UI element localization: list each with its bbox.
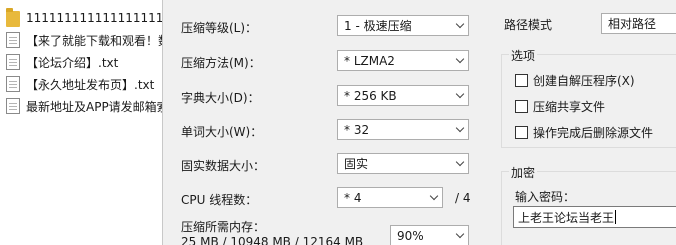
word-size-value: * 32 [344,122,370,137]
encryption-title: 加密 [509,164,538,181]
memory-usage-value: 25 MB / 10948 MB / 12164 MB [181,235,364,245]
cpu-threads-value: * 4 [344,190,362,205]
document-icon [6,32,20,48]
path-mode-value: 相对路径 [608,17,657,31]
word-size-select[interactable]: * 32 [337,119,469,140]
cpu-threads-select[interactable]: * 4 [337,187,443,208]
checkbox-box[interactable] [515,100,528,113]
document-icon [6,54,20,70]
compression-level-value: 1 - 极速压缩 [344,19,412,33]
checkbox-box[interactable] [515,74,528,87]
path-mode-select[interactable]: 相对路径 [601,13,676,34]
file-name: 【论坛介绍】.txt [26,55,119,70]
dictionary-size-label: 字典大小(D)： [181,91,260,105]
chevron-down-icon [452,120,468,139]
right-panel: 路径模式 相对路径 选项 创建自解压程序(X) 压缩共享文件 操作完成后删除源文… [493,0,676,245]
password-text: 上老王论坛当老王 [518,210,615,225]
folder-icon [6,8,20,27]
create-sfx-label: 创建自解压程序(X) [533,74,635,88]
compression-level-select[interactable]: 1 - 极速压缩 [337,15,469,36]
memory-percent-value: 90% [397,228,424,243]
list-item[interactable]: 111111111111111111111 [0,8,162,28]
delete-after-label: 操作完成后删除源文件 [533,126,654,140]
create-sfx-checkbox[interactable]: 创建自解压程序(X) [515,72,635,89]
cpu-threads-label: CPU 线程数： [181,193,258,207]
chevron-down-icon [452,16,468,35]
chevron-down-icon [426,188,442,207]
delete-after-checkbox[interactable]: 操作完成后删除源文件 [515,124,653,141]
file-name: 111111111111111111111 [26,11,162,25]
solid-block-size-value: 固实 [344,157,369,171]
list-item[interactable]: 【来了就能下载和观看！数 [0,30,162,50]
path-mode-label: 路径模式 [504,18,553,32]
compression-method-value: * LZMA2 [344,53,395,68]
document-icon [6,98,20,114]
options-title: 选项 [509,47,538,64]
document-icon [6,76,20,92]
password-input[interactable]: 上老王论坛当老王 [513,206,676,228]
list-item[interactable]: 【论坛介绍】.txt [0,52,162,72]
dictionary-size-value: * 256 KB [344,88,397,103]
list-item[interactable]: 最新地址及APP请发邮箱索取 [0,96,162,116]
compression-level-label: 压缩等级(L)： [181,21,258,35]
checkbox-box[interactable] [515,126,528,139]
chevron-down-icon [452,226,468,245]
file-name: 最新地址及APP请发邮箱索取 [26,99,162,114]
solid-block-size-label: 固实数据大小： [181,159,266,173]
memory-usage-label: 压缩所需内存： [181,220,266,234]
memory-percent-select[interactable]: 90% [390,225,469,245]
compression-method-label: 压缩方法(M)： [181,56,261,70]
chevron-down-icon [452,154,468,173]
chevron-down-icon [452,86,468,105]
compress-shared-files-checkbox[interactable]: 压缩共享文件 [515,98,605,115]
compress-shared-files-label: 压缩共享文件 [533,100,606,114]
file-list: 111111111111111111111 【来了就能下载和观看！数 【论坛介绍… [0,0,162,245]
password-label: 输入密码： [515,190,576,204]
list-item[interactable]: 【永久地址发布页】.txt [0,74,162,94]
file-name: 【来了就能下载和观看！数 [26,33,162,48]
chevron-down-icon [452,51,468,70]
dictionary-size-select[interactable]: * 256 KB [337,85,469,106]
text-caret [615,210,617,224]
file-name: 【永久地址发布页】.txt [26,77,155,92]
compression-method-select[interactable]: * LZMA2 [337,50,469,71]
word-size-label: 单词大小(W)： [181,125,263,139]
cpu-threads-max: / 4 [455,191,471,205]
add-to-archive-dialog: 压缩等级(L)： 1 - 极速压缩 压缩方法(M)： * LZMA2 字典大小(… [162,0,676,245]
solid-block-size-select[interactable]: 固实 [337,153,469,174]
